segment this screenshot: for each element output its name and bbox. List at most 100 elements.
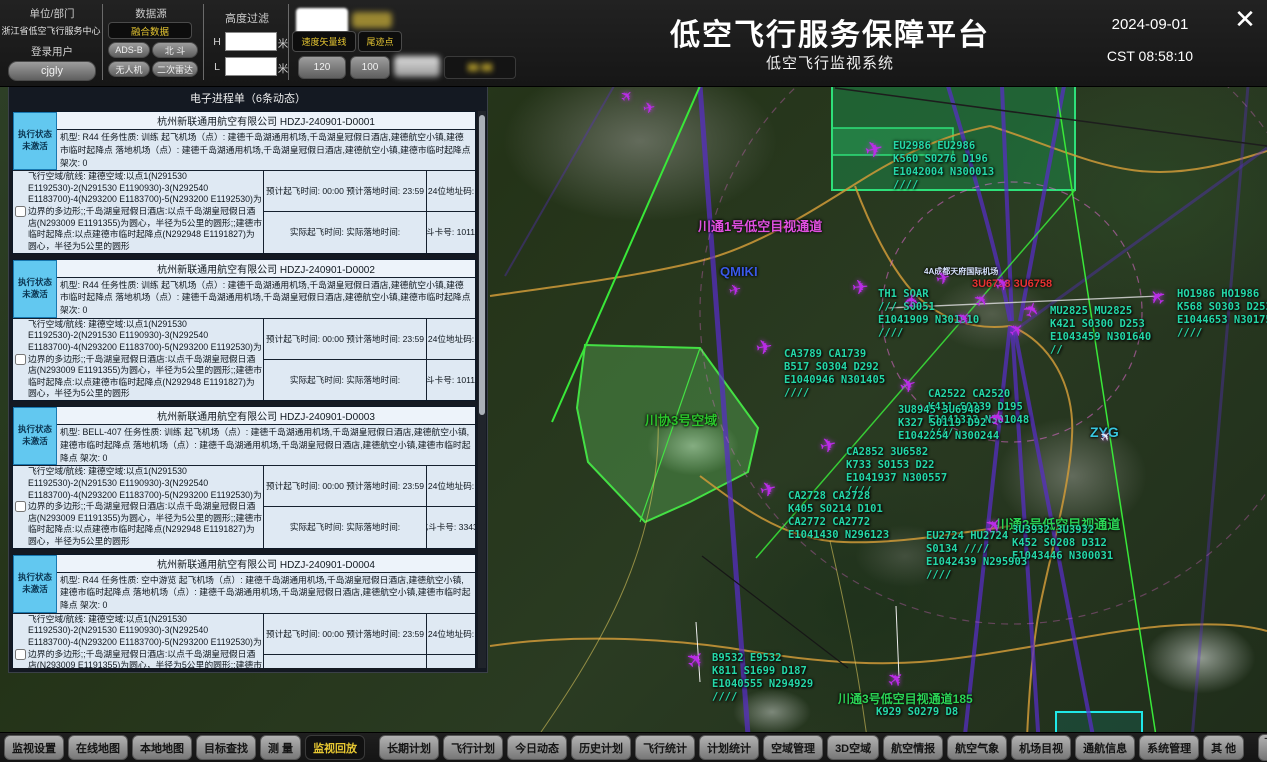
- toolbar-button-航空情报[interactable]: 航空情报: [883, 735, 943, 760]
- execution-status-badge: 执行状态未激活: [13, 407, 57, 465]
- toolbar-button-在线地图[interactable]: 在线地图: [68, 735, 128, 760]
- toolbar-button-空域管理[interactable]: 空域管理: [763, 735, 823, 760]
- header-divider: [102, 4, 103, 80]
- redacted-field: [352, 12, 392, 28]
- altitude-low-label: L: [212, 61, 222, 73]
- flight-plan-checkbox[interactable]: [15, 354, 26, 365]
- toolbar-map-group: 监视设置在线地图本地地图目标查找测 量监视回放: [4, 735, 365, 760]
- close-icon[interactable]: ✕: [1228, 2, 1262, 36]
- datasource-fusion-button[interactable]: 融合数据: [108, 22, 192, 39]
- actual-times: 实际起飞时间: 实际落地时间:: [264, 360, 426, 400]
- flight-plan-title: 杭州新联通用航空有限公司 HDZJ-240901-D0004: [57, 555, 475, 573]
- map-text-label: QMIKI: [720, 264, 758, 279]
- redacted-button[interactable]: ▮▮ ▮▮: [444, 56, 516, 79]
- aircraft-icon[interactable]: ✈: [851, 277, 869, 298]
- flight-plan-info: 机型: R44 任务性质: 训练 起飞机场（点）: 建德千岛湖通用机场,千岛湖皇…: [57, 278, 475, 318]
- toolbar-button-飞行计划[interactable]: 飞行计划: [443, 735, 503, 760]
- flight-plan-checkbox[interactable]: [15, 501, 26, 512]
- electronic-process-panel: 电子进程单（6条动态） 执行状态未激活 杭州新联通用航空有限公司 HDZJ-24…: [8, 86, 488, 673]
- flight-plan-checkbox[interactable]: [15, 649, 26, 660]
- platform-title: 低空飞行服务保障平台: [640, 10, 1020, 54]
- aircraft-icon[interactable]: ✈: [754, 337, 774, 360]
- flight-airspace-text: 飞行空域/航线: 建德空域:以点1(N291530 E1192530)-2(N2…: [28, 466, 263, 547]
- altitude-low-input[interactable]: [225, 57, 277, 76]
- toolbar-button-测量[interactable]: 测 量: [260, 735, 301, 760]
- datasource-adsb-button[interactable]: ADS-B: [108, 42, 150, 58]
- actual-times: 实际起飞时间: 实际落地时间:: [264, 507, 426, 547]
- toolbar-button-监视回放[interactable]: 监视回放: [305, 735, 365, 760]
- header-divider: [203, 4, 204, 80]
- system-subtitle: 低空飞行监视系统: [640, 52, 1020, 73]
- aircraft-icon[interactable]: ✈: [903, 292, 921, 308]
- toolbar-button-本地地图[interactable]: 本地地图: [132, 735, 192, 760]
- toolbar-button-3D空域[interactable]: 3D空域: [827, 735, 879, 760]
- aircraft-data-label: 3U8945 3U6948K327 S0119 D92E1042254 N300…: [898, 404, 999, 443]
- datasource-label: 数据源: [104, 6, 198, 21]
- toolbar-button-机场目视[interactable]: 机场目视: [1011, 735, 1071, 760]
- flight-plan-card: 执行状态未激活 杭州新联通用航空有限公司 HDZJ-240901-D0001 机…: [12, 111, 476, 254]
- datasource-ssr-button[interactable]: 二次雷达: [152, 61, 198, 77]
- altitude-filter-label: 高度过滤: [207, 10, 287, 26]
- altitude-high-label: H: [212, 36, 222, 48]
- actual-times: 实际起飞时间: 实际落地时间:: [264, 655, 426, 668]
- flight-airspace-text: 飞行空域/航线: 建德空域:以点1(N291530 E1192530)-2(N2…: [28, 319, 263, 400]
- toolbar-button-通航信息[interactable]: 通航信息: [1075, 735, 1135, 760]
- toolbar-function-group: 长期计划飞行计划今日动态历史计划飞行统计计划统计空域管理3D空域航空情报航空气象…: [379, 735, 1244, 760]
- header-divider: [288, 4, 289, 80]
- beidou-card-number: 北斗卡号: 101131: [427, 360, 475, 400]
- toolbar-button-监视设置[interactable]: 监视设置: [4, 735, 64, 760]
- address-code: 24位地址码:: [427, 319, 475, 360]
- display-100-button[interactable]: 100: [350, 56, 390, 79]
- execution-status-badge: 执行状态未激活: [13, 260, 57, 318]
- toolbar-button-历史计划[interactable]: 历史计划: [571, 735, 631, 760]
- process-panel-title: 电子进程单（6条动态）: [9, 87, 487, 109]
- unit-name: 浙江省低空飞行服务中心: [0, 24, 102, 37]
- speed-vector-line-button[interactable]: 速度矢量线: [292, 31, 356, 52]
- aircraft-data-label: CA3789 CA1739B517 S0304 D292E1040946 N30…: [784, 348, 885, 401]
- flight-plan-checkbox[interactable]: [15, 206, 26, 217]
- flight-plan-card: 执行状态未激活 杭州新联通用航空有限公司 HDZJ-240901-D0002 机…: [12, 259, 476, 402]
- map-text-label: 川通1号低空目视通道: [698, 216, 822, 235]
- aircraft-data-label: EU2986 EU2986K560 S0276 D196E1042004 N30…: [893, 140, 994, 193]
- panel-scrollbar-thumb[interactable]: [479, 115, 485, 415]
- low-altitude-flight-platform: 川通1号低空目视通道川协3号空域川通2号低空目视通道川通3号低空目视通道185Q…: [0, 0, 1267, 762]
- beidou-card-number: 北斗卡号: 101131: [427, 655, 475, 668]
- toolbar-button-长期计划[interactable]: 长期计划: [379, 735, 439, 760]
- bottom-toolbar: 监视设置在线地图本地地图目标查找测 量监视回放 长期计划飞行计划今日动态历史计划…: [0, 732, 1267, 762]
- datasource-uav-button[interactable]: 无人机: [108, 61, 150, 77]
- redacted-button[interactable]: [394, 56, 440, 77]
- flight-plan-title: 杭州新联通用航空有限公司 HDZJ-240901-D0002: [57, 260, 475, 278]
- flight-plan-card: 执行状态未激活 杭州新联通用航空有限公司 HDZJ-240901-D0004 机…: [12, 554, 476, 668]
- toolbar-button-飞行员报告[interactable]: 飞行员报告: [1258, 734, 1267, 761]
- login-user-label: 登录用户: [4, 44, 100, 59]
- map-text-label: 川通3号低空目视通道185: [838, 690, 973, 707]
- current-time: CST 08:58:10: [1080, 48, 1220, 64]
- top-header-bar: 单位/部门 浙江省低空飞行服务中心 登录用户 cjgly 数据源 融合数据 高度…: [0, 0, 1267, 87]
- current-user-button[interactable]: cjgly: [8, 61, 96, 81]
- actual-times: 实际起飞时间: 实际落地时间:: [264, 212, 426, 252]
- toolbar-button-其他[interactable]: 其 他: [1203, 735, 1244, 760]
- flight-plan-title: 杭州新联通用航空有限公司 HDZJ-240901-D0003: [57, 407, 475, 425]
- toolbar-button-今日动态[interactable]: 今日动态: [507, 735, 567, 760]
- toolbar-button-目标查找[interactable]: 目标查找: [196, 735, 256, 760]
- toolbar-button-航空气象[interactable]: 航空气象: [947, 735, 1007, 760]
- aircraft-data-label: MU2825 MU2825K421 S0300 D253E1043459 N30…: [1050, 305, 1151, 358]
- aircraft-data-label: HO1986 HO1986K568 S0303 D253E1044653 N30…: [1177, 288, 1267, 341]
- toolbar-button-飞行统计[interactable]: 飞行统计: [635, 735, 695, 760]
- current-date: 2024-09-01: [1080, 16, 1220, 33]
- altitude-high-input[interactable]: [225, 32, 277, 51]
- trail-point-button[interactable]: 尾迹点: [358, 31, 402, 52]
- address-code: 24位地址码:: [427, 466, 475, 507]
- toolbar-button-计划统计[interactable]: 计划统计: [699, 735, 759, 760]
- display-120-button[interactable]: 120: [298, 56, 346, 79]
- planned-times: 预计起飞时间: 00:00 预计落地时间: 23:59: [264, 466, 426, 507]
- beidou-card-number: 北斗卡号: 101131: [427, 212, 475, 252]
- datasource-beidou-button[interactable]: 北 斗: [152, 42, 198, 58]
- flight-plan-info: 机型: R44 任务性质: 空中游览 起飞机场（点）: 建德千岛湖通用机场,千岛…: [57, 573, 475, 613]
- aircraft-data-label: EU2724 HU2724S0134 ////E1042439 N295903/…: [926, 530, 1027, 583]
- flight-plan-info: 机型: R44 任务性质: 训练 起飞机场（点）: 建德千岛湖通用机场,千岛湖皇…: [57, 130, 475, 170]
- toolbar-button-系统管理[interactable]: 系统管理: [1139, 735, 1199, 760]
- map-text-label: 川协3号空域: [645, 410, 717, 429]
- planned-times: 预计起飞时间: 00:00 预计落地时间: 23:59: [264, 614, 426, 655]
- aircraft-icon[interactable]: ✈: [641, 100, 656, 117]
